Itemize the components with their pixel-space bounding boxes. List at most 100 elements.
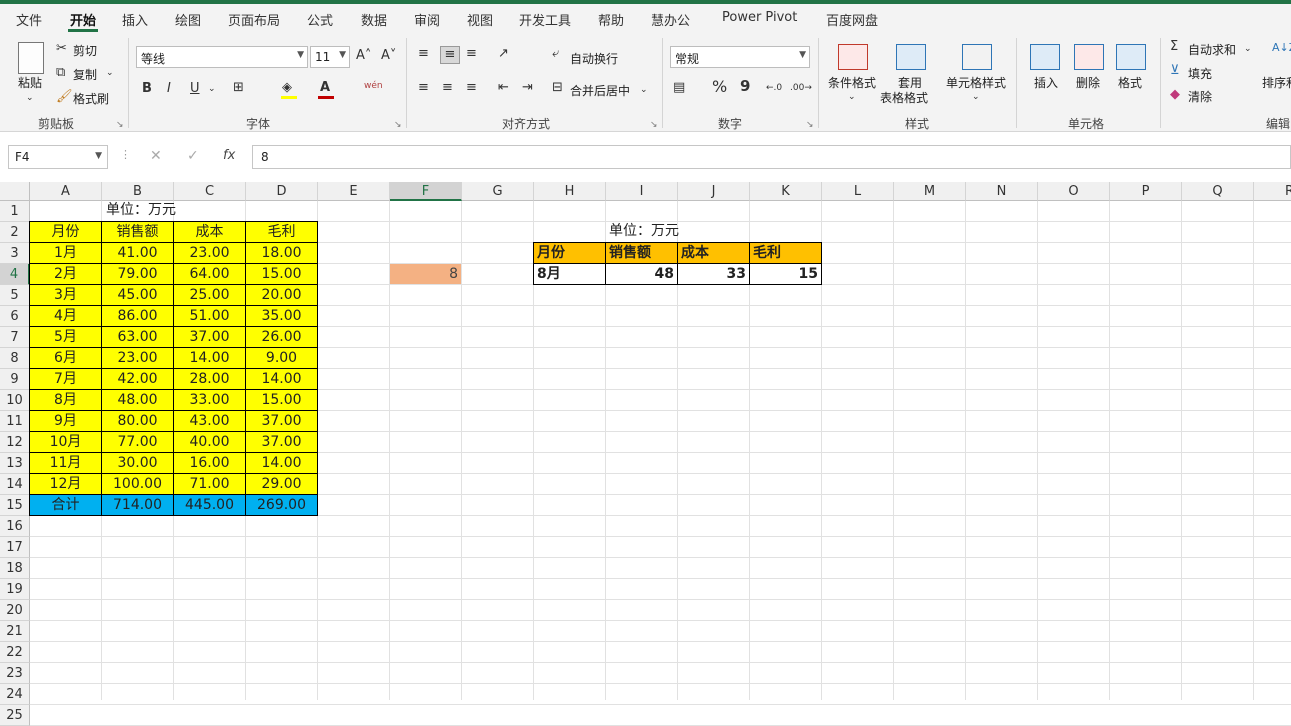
format-painter-button[interactable]: 格式刷 (73, 90, 109, 107)
increase-decimal-icon[interactable]: ←.0 (766, 80, 782, 96)
format-cells-button[interactable]: 格式 (1118, 74, 1142, 91)
increase-font-icon[interactable]: A˄ (356, 48, 371, 64)
table-cell[interactable]: 80.00 (101, 410, 174, 432)
table-cell[interactable]: 9.00 (245, 347, 318, 369)
tab-data[interactable]: 数据 (361, 10, 387, 29)
column-header[interactable]: E (318, 182, 390, 201)
column-header[interactable]: G (462, 182, 534, 201)
column-header[interactable]: B (102, 182, 174, 201)
row-header[interactable]: 20 (0, 600, 30, 621)
table-cell[interactable]: 37.00 (245, 410, 318, 432)
row-header[interactable]: 22 (0, 642, 30, 663)
table-cell[interactable]: 7月 (29, 368, 102, 390)
formula-input[interactable]: 8 (252, 145, 1291, 169)
table-cell[interactable]: 2月 (29, 263, 102, 285)
row-header[interactable]: 10 (0, 390, 30, 411)
table-cell[interactable]: 8月 (29, 389, 102, 411)
column-header[interactable]: H (534, 182, 606, 201)
row-header[interactable]: 18 (0, 558, 30, 579)
table-header-cell[interactable]: 月份 (29, 221, 102, 243)
insert-cells-button[interactable]: 插入 (1034, 74, 1058, 91)
tab-formulas[interactable]: 公式 (307, 10, 333, 29)
wrap-text-button[interactable]: 自动换行 (570, 50, 618, 67)
chevron-down-icon[interactable]: ⌄ (1244, 41, 1252, 57)
align-right-icon[interactable]: ≡ (466, 80, 477, 96)
table-cell[interactable]: 15.00 (245, 263, 318, 285)
row-header[interactable]: 17 (0, 537, 30, 558)
table-cell[interactable]: 63.00 (101, 326, 174, 348)
table-cell[interactable]: 77.00 (101, 431, 174, 453)
font-color-icon[interactable]: A (320, 80, 330, 96)
font-size-select[interactable]: 11 ▼ (310, 46, 350, 68)
table-cell[interactable]: 14.00 (245, 368, 318, 390)
row-header[interactable]: 9 (0, 369, 30, 390)
fill-color-icon[interactable]: ◈ (282, 80, 292, 96)
tab-baidu-netdisk[interactable]: 百度网盘 (826, 10, 878, 29)
active-cell-f4[interactable]: 8 (390, 264, 461, 284)
format-as-table-label-2[interactable]: 表格格式 (880, 89, 928, 106)
lookup-header-cell[interactable]: 成本 (677, 242, 750, 264)
total-cell[interactable]: 714.00 (101, 494, 174, 516)
orientation-icon[interactable]: ↗ (498, 46, 509, 62)
lookup-result-cell[interactable]: 8月 (533, 263, 606, 285)
row-header[interactable]: 15 (0, 495, 30, 516)
increase-indent-icon[interactable]: ⇥ (522, 80, 533, 96)
underline-button[interactable]: U (190, 81, 200, 97)
row-header[interactable]: 6 (0, 306, 30, 327)
column-header[interactable]: A (30, 182, 102, 201)
number-format-select[interactable]: 常规 ▼ (670, 46, 810, 68)
table-cell[interactable]: 33.00 (173, 389, 246, 411)
table-cell[interactable]: 10月 (29, 431, 102, 453)
unit-label-right[interactable]: 单位：万元 (606, 221, 751, 243)
merge-center-button[interactable]: 合并后居中 (570, 82, 630, 99)
table-cell[interactable]: 100.00 (101, 473, 174, 495)
table-cell[interactable]: 45.00 (101, 284, 174, 306)
table-cell[interactable]: 14.00 (245, 452, 318, 474)
table-cell[interactable]: 23.00 (101, 347, 174, 369)
tab-draw[interactable]: 绘图 (175, 10, 201, 29)
table-cell[interactable]: 30.00 (101, 452, 174, 474)
row-header[interactable]: 21 (0, 621, 30, 642)
table-cell[interactable]: 4月 (29, 305, 102, 327)
table-cell[interactable]: 18.00 (245, 242, 318, 264)
lookup-header-cell[interactable]: 毛利 (749, 242, 822, 264)
accounting-format-icon[interactable]: ▤ (673, 80, 685, 96)
comma-button[interactable]: 9 (740, 78, 750, 94)
tab-view[interactable]: 视图 (467, 10, 493, 29)
tab-developer[interactable]: 开发工具 (519, 10, 571, 29)
column-header[interactable]: M (894, 182, 966, 201)
tab-huibangong[interactable]: 慧办公 (651, 10, 690, 29)
row-header[interactable]: 1 (0, 201, 30, 222)
fill-button[interactable]: 填充 (1188, 65, 1212, 82)
decrease-decimal-icon[interactable]: .00→ (790, 80, 812, 96)
lookup-header-cell[interactable]: 月份 (533, 242, 606, 264)
percent-button[interactable]: % (712, 79, 727, 95)
table-cell[interactable]: 6月 (29, 347, 102, 369)
row-header[interactable]: 11 (0, 411, 30, 432)
row-header[interactable]: 5 (0, 285, 30, 306)
table-cell[interactable]: 35.00 (245, 305, 318, 327)
row-header[interactable]: 19 (0, 579, 30, 600)
tab-help[interactable]: 帮助 (598, 10, 624, 29)
table-cell[interactable]: 43.00 (173, 410, 246, 432)
table-cell[interactable]: 5月 (29, 326, 102, 348)
table-cell[interactable]: 15.00 (245, 389, 318, 411)
table-cell[interactable]: 64.00 (173, 263, 246, 285)
table-cell[interactable]: 71.00 (173, 473, 246, 495)
table-cell[interactable]: 14.00 (173, 347, 246, 369)
table-cell[interactable]: 25.00 (173, 284, 246, 306)
insert-function-button[interactable]: fx (223, 148, 235, 163)
column-header[interactable]: D (246, 182, 318, 201)
tab-file[interactable]: 文件 (16, 10, 42, 29)
cancel-icon[interactable]: ✕ (150, 148, 162, 164)
column-header[interactable]: J (678, 182, 750, 201)
bold-button[interactable]: B (142, 81, 152, 97)
row-header[interactable]: 24 (0, 684, 30, 705)
chevron-down-icon[interactable]: ⌄ (208, 81, 216, 97)
table-cell[interactable]: 26.00 (245, 326, 318, 348)
unit-label[interactable]: 单位：万元 (102, 200, 247, 222)
column-header[interactable]: C (174, 182, 246, 201)
name-box[interactable]: F4 ▼ (8, 145, 108, 169)
row-header[interactable]: 12 (0, 432, 30, 453)
column-header[interactable]: R (1254, 182, 1291, 201)
